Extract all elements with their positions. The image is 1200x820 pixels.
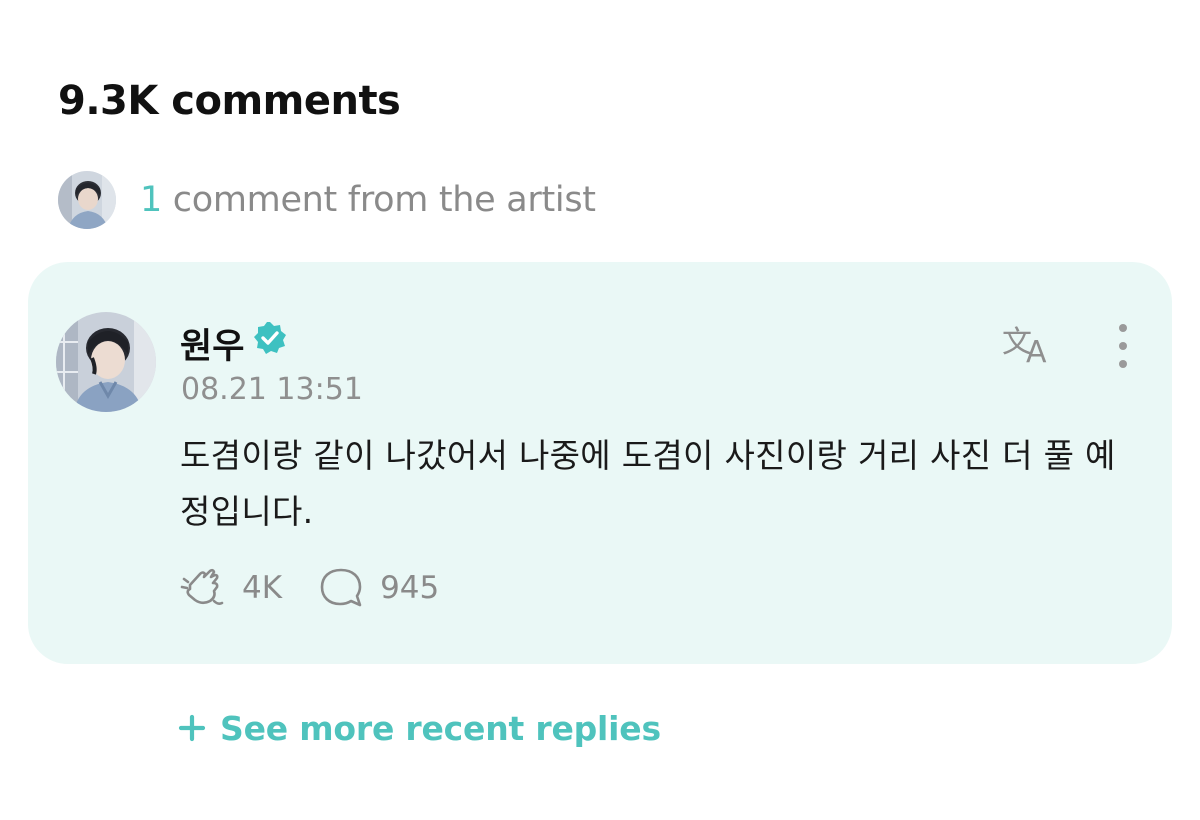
author-name[interactable]: 원우 — [180, 318, 244, 369]
verified-badge-icon — [254, 322, 286, 354]
artist-comment-card[interactable]: 원우 08.21 13:51 文 A 도겸이랑 같이 나갔어서 나중에 도겸이 … — [28, 262, 1172, 664]
comments-section: 9.3K comments 1 comment from the artist — [0, 0, 1200, 820]
comment-timestamp: 08.21 13:51 — [181, 372, 363, 407]
svg-text:A: A — [1026, 335, 1047, 366]
see-more-replies-label: See more recent replies — [220, 708, 661, 748]
author-avatar[interactable] — [56, 312, 156, 412]
comment-body: 도겸이랑 같이 나갔어서 나중에 도겸이 사진이랑 거리 사진 더 풀 예정입니… — [180, 436, 1116, 531]
artist-comment-count: 1 — [140, 180, 162, 220]
see-more-replies-button[interactable]: See more recent replies — [178, 706, 661, 750]
comment-stats: 4K 945 — [180, 564, 439, 612]
translate-icon[interactable]: 文 A — [1000, 322, 1060, 366]
artist-comments-text: 1 comment from the artist — [140, 180, 596, 220]
cheer-hand-icon[interactable] — [180, 565, 226, 611]
artist-avatar — [58, 171, 116, 229]
reply-count: 945 — [380, 570, 440, 606]
artist-comment-label: comment from the artist — [161, 180, 596, 220]
more-vertical-icon[interactable] — [1110, 322, 1136, 372]
speech-bubble-icon[interactable] — [318, 565, 364, 611]
plus-icon — [178, 714, 206, 742]
like-count: 4K — [242, 570, 283, 606]
artist-comments-summary[interactable]: 1 comment from the artist — [58, 171, 596, 229]
comments-count-title: 9.3K comments — [58, 78, 401, 124]
